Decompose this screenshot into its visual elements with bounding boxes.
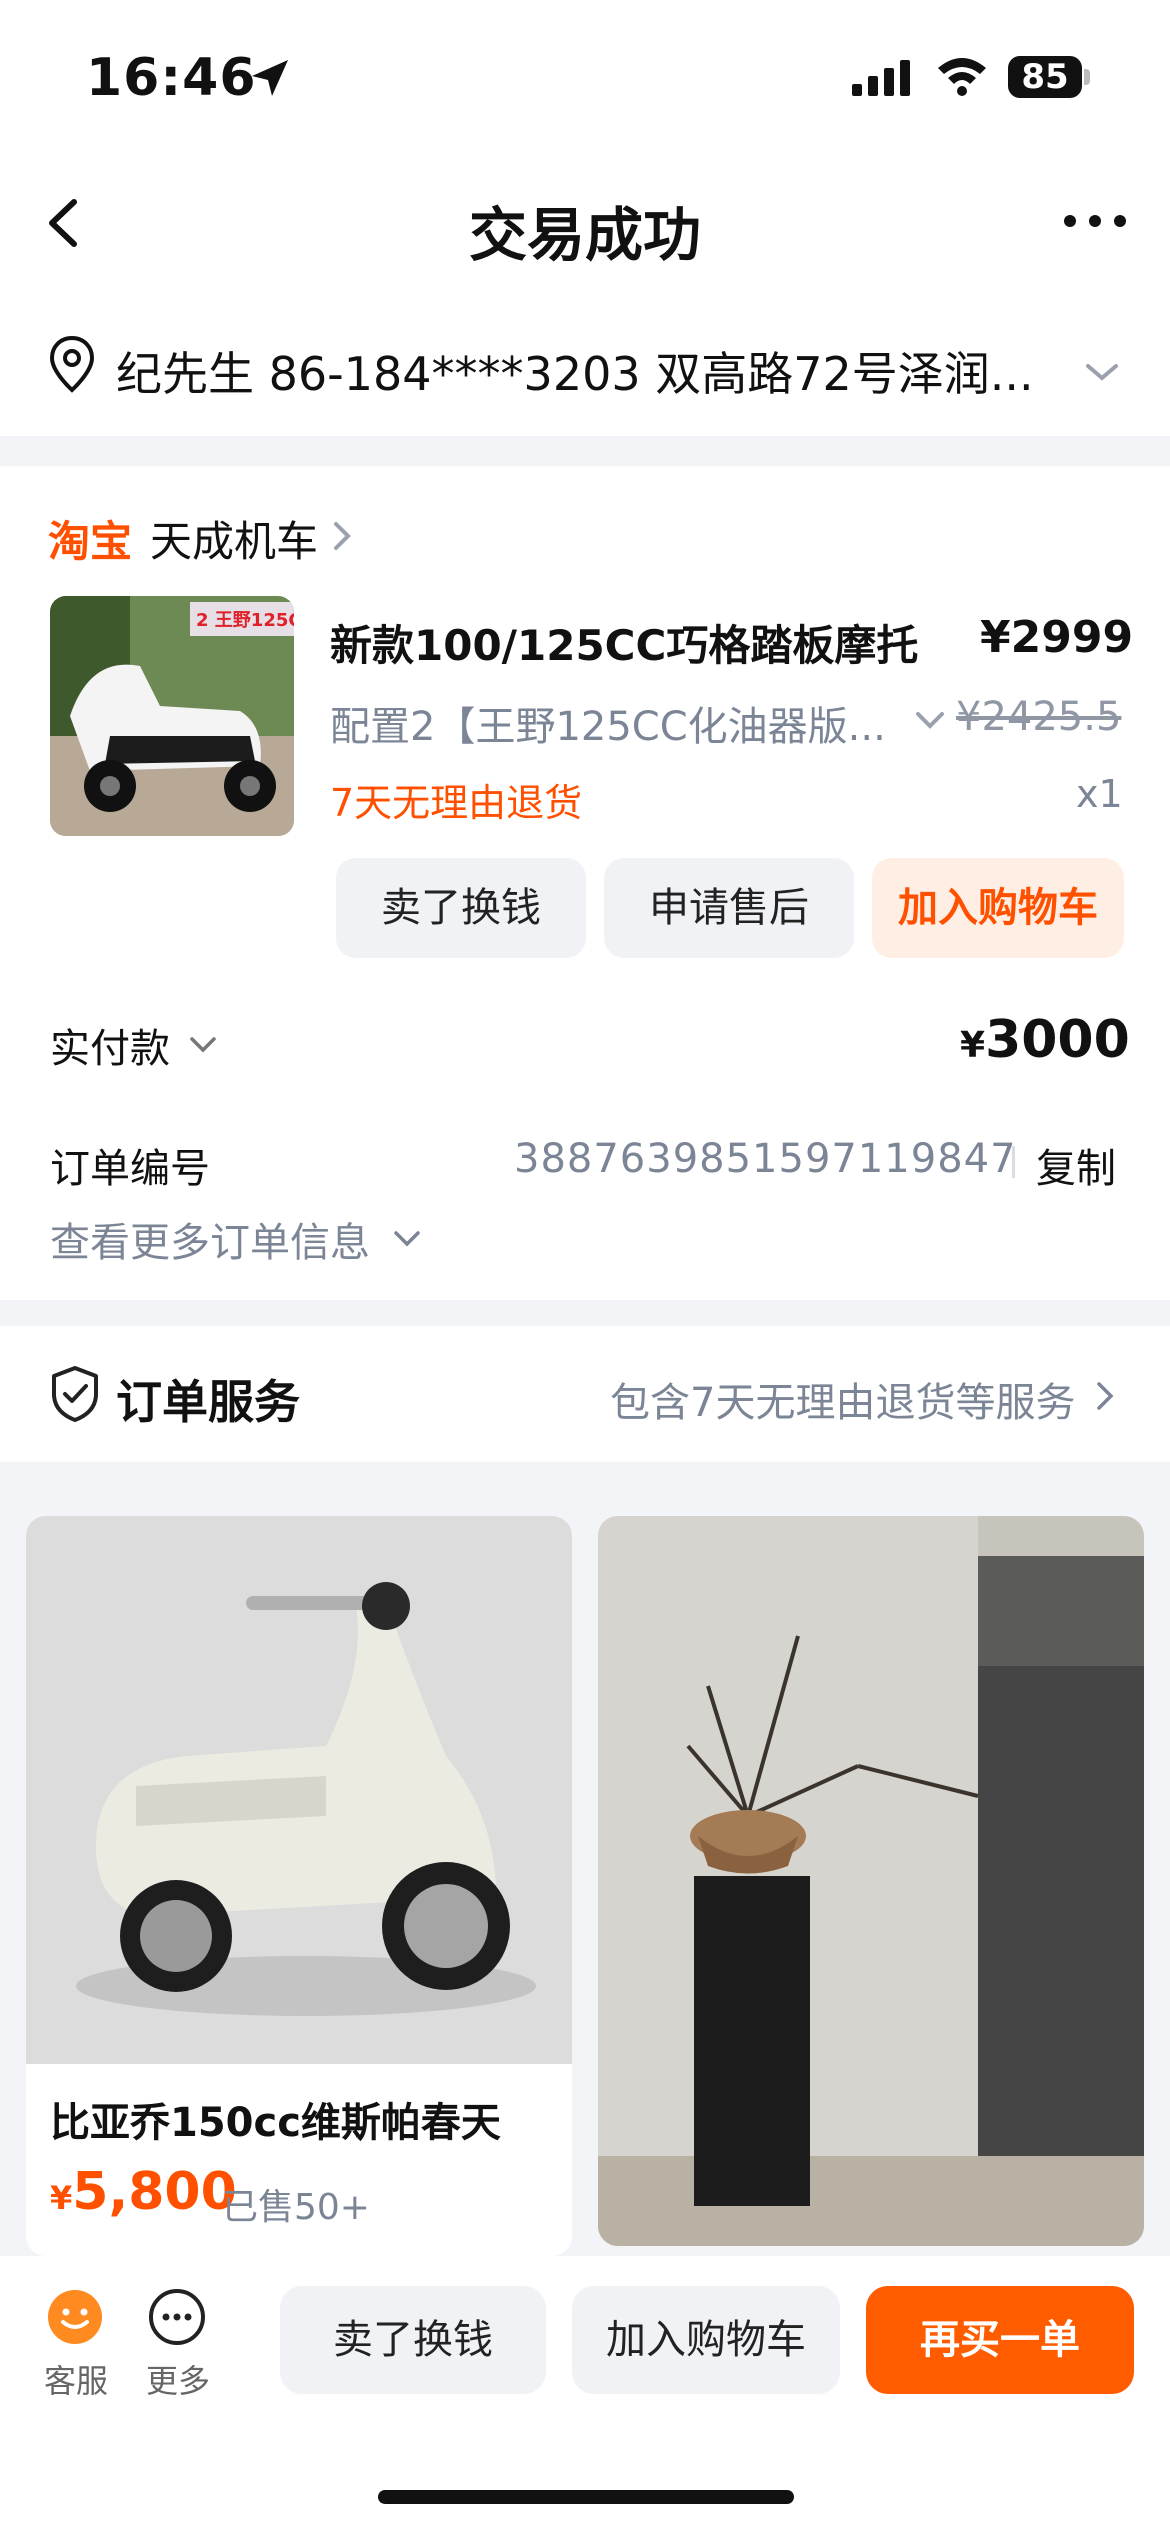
currency-symbol: ¥ — [960, 1025, 986, 1066]
taobao-logo: 淘宝 — [48, 517, 133, 566]
product-quantity: x1 — [1076, 772, 1123, 816]
copy-button[interactable]: 复制 — [1036, 1136, 1116, 1194]
sell-button[interactable]: 卖了换钱 — [280, 2286, 546, 2394]
order-number-label: 订单编号 — [50, 1146, 210, 1192]
product-image[interactable]: 2 王野125CC — [50, 596, 294, 836]
chevron-down-icon — [916, 712, 944, 729]
customer-service-label[interactable]: 客服 — [44, 2356, 108, 2402]
location-arrow-icon — [252, 60, 288, 96]
shield-check-icon — [52, 1366, 98, 1422]
recommendation-sold-count: 已售50+ — [222, 2187, 370, 2228]
sell-button[interactable]: 卖了换钱 — [336, 858, 586, 958]
paid-amount-value: 3000 — [985, 1010, 1130, 1070]
location-pin-icon — [49, 335, 95, 393]
battery-level: 85 — [1008, 56, 1082, 98]
service-description[interactable]: 包含7天无理由退货等服务 — [610, 1370, 1075, 1428]
signal-icon — [852, 60, 910, 96]
status-time: 16:46 — [86, 48, 257, 108]
return-policy-tag: 7天无理由退货 — [330, 781, 583, 825]
scooter-image: 2 王野125CC — [50, 596, 294, 836]
customer-service-icon[interactable] — [44, 2286, 106, 2348]
address-text[interactable]: 纪先生 86-184****3203 双高路72号泽润... — [116, 338, 1066, 404]
original-price: ¥2425.5 — [956, 694, 1122, 740]
recommendation-price: ¥5,800 — [50, 2162, 237, 2222]
battery-nub — [1084, 69, 1090, 85]
add-to-cart-button[interactable]: 加入购物车 — [872, 858, 1124, 958]
vase-decor-image — [598, 1516, 1144, 2246]
divider — [1012, 1146, 1015, 1178]
product-title[interactable]: 新款100/125CC巧格踏板摩托 — [330, 612, 918, 673]
more-options-icon[interactable] — [1060, 206, 1130, 236]
recommendation-card[interactable] — [598, 1516, 1144, 2246]
buy-again-button[interactable]: 再买一单 — [866, 2286, 1134, 2394]
order-number: 3887639851597119847 — [514, 1136, 1017, 1182]
battery-indicator: 85 — [1008, 56, 1090, 98]
add-to-cart-button[interactable]: 加入购物车 — [572, 2286, 840, 2394]
product-sku: 配置2【王野125CC化油器版... — [330, 704, 886, 750]
vespa-scooter-image — [26, 1516, 572, 2064]
recommendation-price-value: 5,800 — [72, 2162, 237, 2222]
chevron-down-icon[interactable] — [188, 1034, 218, 1056]
wifi-icon — [938, 58, 986, 96]
home-indicator — [378, 2490, 794, 2504]
more-label[interactable]: 更多 — [146, 2356, 210, 2402]
chevron-down-icon[interactable] — [1082, 358, 1122, 386]
chevron-right-icon[interactable] — [1094, 1378, 1116, 1414]
paid-amount: ¥3000 — [960, 1010, 1130, 1070]
chevron-down-icon[interactable] — [392, 1228, 422, 1250]
recommendation-title: 比亚乔150cc维斯帕春天 — [50, 2100, 501, 2146]
recommendation-card[interactable]: 比亚乔150cc维斯帕春天 ¥5,800 已售50+ — [26, 1516, 572, 2256]
after-sale-button[interactable]: 申请售后 — [604, 858, 854, 958]
more-order-info-link[interactable]: 查看更多订单信息 — [50, 1210, 370, 1268]
paid-amount-label[interactable]: 实付款 — [50, 1016, 170, 1074]
service-title: 订单服务 — [116, 1375, 300, 1429]
shop-name[interactable]: 天成机车 — [150, 508, 318, 569]
more-icon[interactable] — [146, 2286, 208, 2348]
currency-symbol: ¥ — [50, 2179, 73, 2217]
chevron-right-icon[interactable] — [330, 518, 354, 554]
image-overlay-text: 2 王野125CC — [196, 610, 294, 631]
product-price: ¥2999 — [980, 612, 1134, 663]
page-title: 交易成功 — [468, 201, 701, 269]
